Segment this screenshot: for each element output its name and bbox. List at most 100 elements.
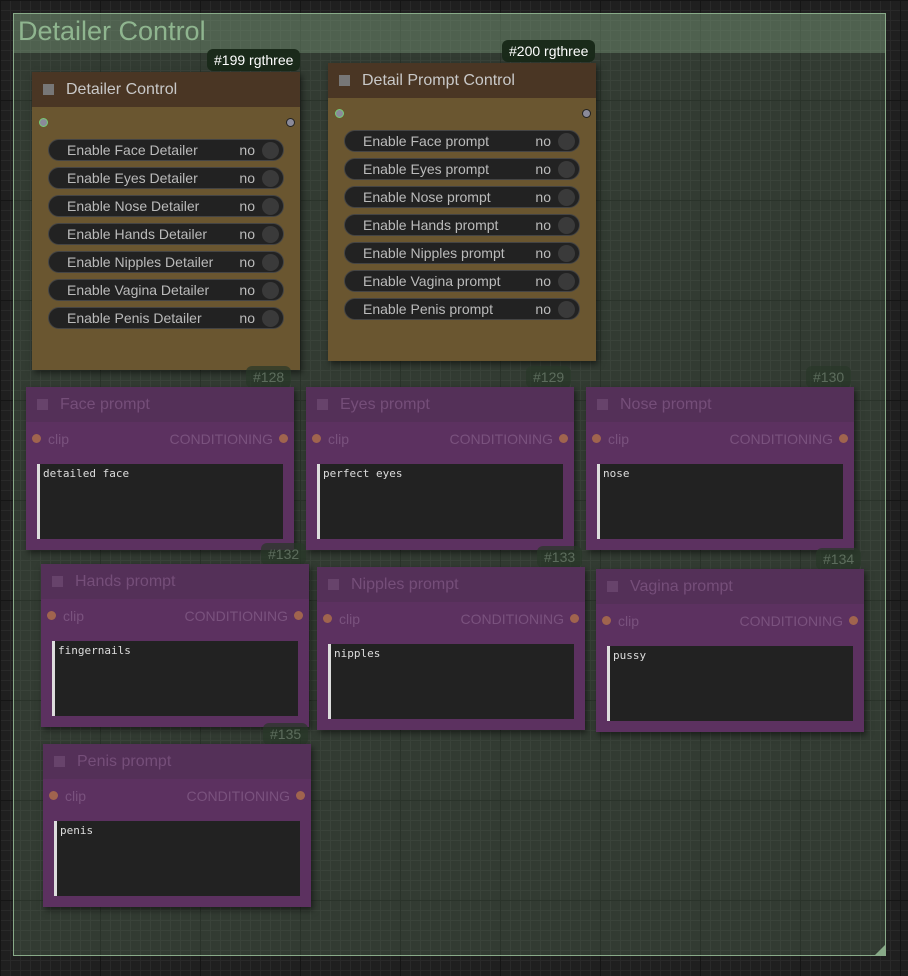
toggle-value: no <box>239 142 255 158</box>
toggle-widget[interactable]: Enable Penis prompt no <box>344 298 580 320</box>
node-id-badge: #129 <box>526 366 572 388</box>
prompt-textarea[interactable]: pussy <box>607 646 853 721</box>
toggle-knob-icon[interactable] <box>262 226 279 243</box>
toggle-widget[interactable]: Enable Nose Detailer no <box>48 195 284 217</box>
toggle-widget[interactable]: Enable Hands Detailer no <box>48 223 284 245</box>
conditioning-output-slot-icon[interactable] <box>296 791 305 800</box>
collapse-icon[interactable] <box>339 75 350 86</box>
node-title-bar[interactable]: Penis prompt <box>43 744 311 779</box>
clip-input-slot-icon[interactable] <box>32 434 41 443</box>
output-label: CONDITIONING <box>739 613 843 629</box>
input-label: clip <box>618 613 640 629</box>
node-title-bar[interactable]: Nipples prompt <box>317 567 585 602</box>
collapse-icon[interactable] <box>52 576 63 587</box>
node-title: Eyes prompt <box>340 395 430 413</box>
clip-input-slot-icon[interactable] <box>312 434 321 443</box>
toggle-knob-icon[interactable] <box>262 310 279 327</box>
collapse-icon[interactable] <box>607 581 618 592</box>
prompt-textarea[interactable]: fingernails <box>52 641 298 716</box>
input-label: clip <box>65 788 87 804</box>
toggle-widget[interactable]: Enable Vagina Detailer no <box>48 279 284 301</box>
toggle-widget[interactable]: Enable Eyes Detailer no <box>48 167 284 189</box>
toggle-knob-icon[interactable] <box>262 170 279 187</box>
collapse-icon[interactable] <box>54 756 65 767</box>
clip-input-slot-icon[interactable] <box>323 614 332 623</box>
toggle-widget[interactable]: Enable Face prompt no <box>344 130 580 152</box>
conditioning-output-slot-icon[interactable] <box>294 611 303 620</box>
toggle-widget[interactable]: Enable Penis Detailer no <box>48 307 284 329</box>
prompt-textarea[interactable]: perfect eyes <box>317 464 563 539</box>
clip-input-slot-icon[interactable] <box>602 616 611 625</box>
toggle-value: no <box>535 273 551 289</box>
node-id-badge: #128 <box>246 366 292 388</box>
toggle-widget[interactable]: Enable Vagina prompt no <box>344 270 580 292</box>
node-title-bar[interactable]: Detail Prompt Control <box>328 63 596 98</box>
toggle-knob-icon[interactable] <box>558 217 575 234</box>
collapse-icon[interactable] <box>37 399 48 410</box>
node-title-bar[interactable]: Face prompt <box>26 387 294 422</box>
node-title: Vagina prompt <box>630 577 733 595</box>
toggle-value: no <box>239 310 255 326</box>
clip-input-slot-icon[interactable] <box>49 791 58 800</box>
prompt-textarea[interactable]: nipples <box>328 644 574 719</box>
output-slot-icon[interactable] <box>582 109 591 118</box>
toggle-knob-icon[interactable] <box>558 301 575 318</box>
toggle-knob-icon[interactable] <box>558 161 575 178</box>
toggle-widget[interactable]: Enable Nose prompt no <box>344 186 580 208</box>
input-slot-icon[interactable] <box>335 109 344 118</box>
toggle-knob-icon[interactable] <box>558 189 575 206</box>
toggle-knob-icon[interactable] <box>262 254 279 271</box>
collapse-icon[interactable] <box>597 399 608 410</box>
toggle-knob-icon[interactable] <box>262 142 279 159</box>
collapse-icon[interactable] <box>328 579 339 590</box>
toggle-widget[interactable]: Enable Nipples Detailer no <box>48 251 284 273</box>
conditioning-output-slot-icon[interactable] <box>559 434 568 443</box>
group-title[interactable]: Detailer Control <box>14 14 885 53</box>
conditioning-output-slot-icon[interactable] <box>849 616 858 625</box>
toggle-label: Enable Nipples prompt <box>363 245 505 261</box>
conditioning-output-slot-icon[interactable] <box>570 614 579 623</box>
node-title-bar[interactable]: Eyes prompt <box>306 387 574 422</box>
node-title-bar[interactable]: Vagina prompt <box>596 569 864 604</box>
prompt-textarea[interactable]: detailed face <box>37 464 283 539</box>
toggle-widget[interactable]: Enable Face Detailer no <box>48 139 284 161</box>
clip-input-slot-icon[interactable] <box>47 611 56 620</box>
prompt-node[interactable]: Vagina prompt clip CONDITIONING pussy <box>596 569 864 732</box>
toggle-knob-icon[interactable] <box>262 282 279 299</box>
group-resize-handle[interactable] <box>875 945 885 955</box>
input-slot-icon[interactable] <box>39 118 48 127</box>
toggle-value: no <box>535 161 551 177</box>
node-title-bar[interactable]: Nose prompt <box>586 387 854 422</box>
toggle-knob-icon[interactable] <box>262 198 279 215</box>
collapse-icon[interactable] <box>317 399 328 410</box>
prompt-node[interactable]: Face prompt clip CONDITIONING detailed face <box>26 387 294 550</box>
node-id-badge: #130 <box>806 366 852 388</box>
prompt-node[interactable]: Hands prompt clip CONDITIONING fingernails <box>41 564 309 727</box>
toggle-knob-icon[interactable] <box>558 273 575 290</box>
conditioning-output-slot-icon[interactable] <box>279 434 288 443</box>
node-title: Nose prompt <box>620 395 712 413</box>
node-title-bar[interactable]: Detailer Control <box>32 72 300 107</box>
collapse-icon[interactable] <box>43 84 54 95</box>
conditioning-output-slot-icon[interactable] <box>839 434 848 443</box>
control-node[interactable]: Detail Prompt Control Enable Face prompt n… <box>328 63 596 361</box>
toggle-knob-icon[interactable] <box>558 133 575 150</box>
toggle-knob-icon[interactable] <box>558 245 575 262</box>
toggle-widget[interactable]: Enable Eyes prompt no <box>344 158 580 180</box>
slot-row: clip CONDITIONING <box>317 602 585 635</box>
slot-row: clip CONDITIONING <box>43 779 311 812</box>
toggle-label: Enable Nose Detailer <box>67 198 200 214</box>
prompt-textarea[interactable]: nose <box>597 464 843 539</box>
prompt-node[interactable]: Nipples prompt clip CONDITIONING nipples <box>317 567 585 730</box>
prompt-node[interactable]: Nose prompt clip CONDITIONING nose <box>586 387 854 550</box>
prompt-textarea[interactable]: penis <box>54 821 300 896</box>
node-id-badge: #135 <box>263 723 309 745</box>
output-slot-icon[interactable] <box>286 118 295 127</box>
prompt-node[interactable]: Penis prompt clip CONDITIONING penis <box>43 744 311 907</box>
clip-input-slot-icon[interactable] <box>592 434 601 443</box>
prompt-node[interactable]: Eyes prompt clip CONDITIONING perfect eyes <box>306 387 574 550</box>
toggle-widget[interactable]: Enable Hands prompt no <box>344 214 580 236</box>
toggle-widget[interactable]: Enable Nipples prompt no <box>344 242 580 264</box>
node-title-bar[interactable]: Hands prompt <box>41 564 309 599</box>
control-node[interactable]: Detailer Control Enable Face Detailer no En… <box>32 72 300 370</box>
